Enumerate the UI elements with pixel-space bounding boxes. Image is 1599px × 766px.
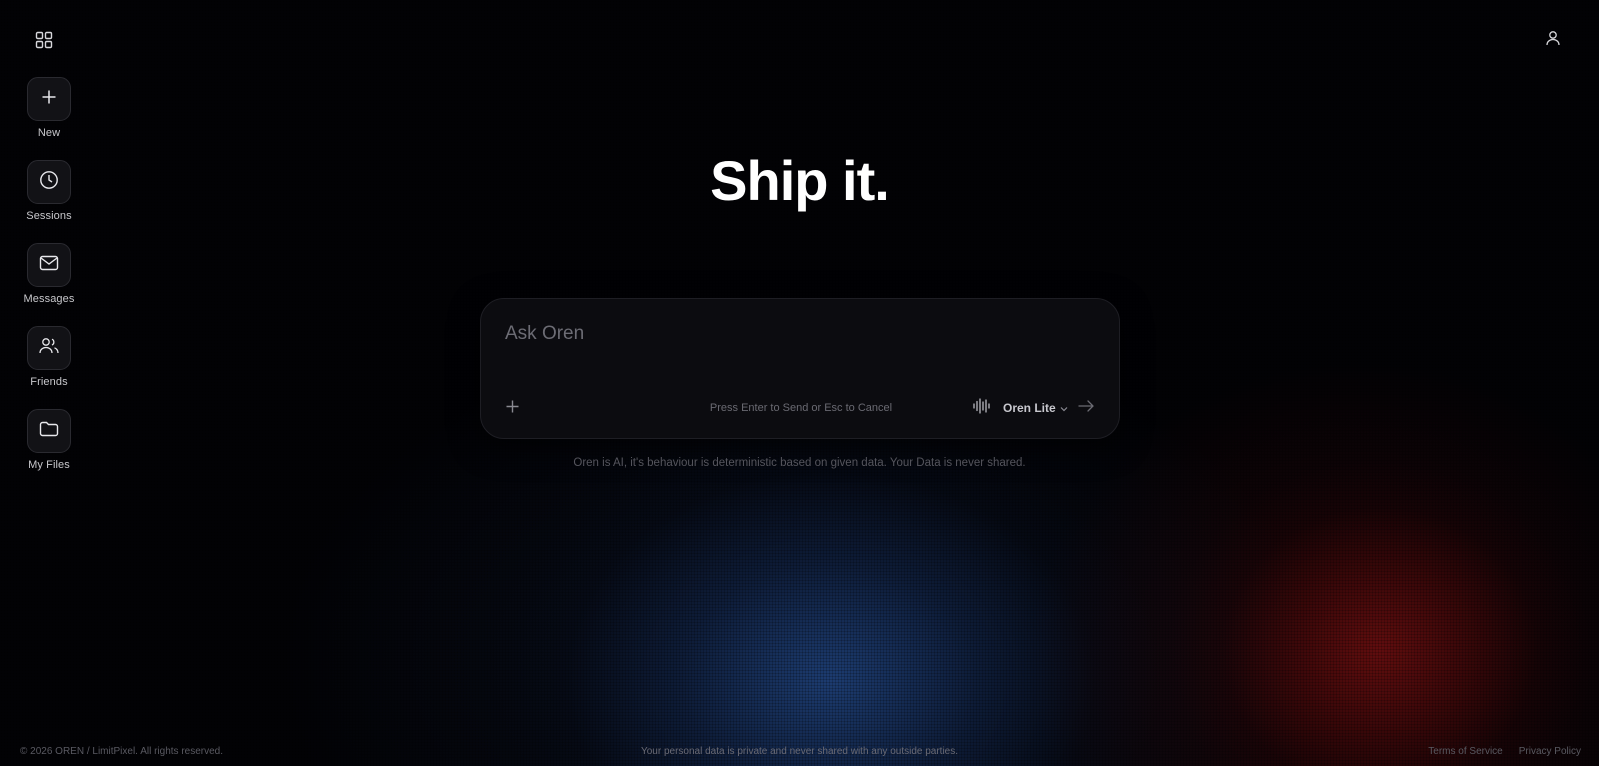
ai-disclaimer: Oren is AI, it's behaviour is determinis…: [573, 457, 1026, 469]
voice-input-button[interactable]: [971, 397, 993, 419]
plus-icon: [41, 89, 57, 110]
privacy-policy-link[interactable]: Privacy Policy: [1519, 746, 1581, 757]
sidebar-item-friends[interactable]: Friends: [27, 326, 71, 409]
footer-links: Terms of Service Privacy Policy: [1428, 746, 1581, 757]
sidebar-item-my-files[interactable]: My Files: [27, 409, 71, 492]
hero-title: Ship it.: [710, 149, 890, 212]
arrow-right-icon: [1078, 399, 1094, 417]
messages-tile[interactable]: [27, 243, 71, 287]
model-selector[interactable]: Oren Lite: [1003, 400, 1068, 416]
prompt-input[interactable]: [505, 323, 1085, 345]
privacy-note: Your personal data is private and never …: [640, 746, 959, 757]
waveform-icon: [972, 397, 992, 419]
my-files-tile[interactable]: [27, 409, 71, 453]
sidebar: New Sessions Messages Friends My Files: [0, 77, 98, 492]
terms-link[interactable]: Terms of Service: [1428, 746, 1502, 757]
folder-icon: [39, 421, 59, 442]
app-root: New Sessions Messages Friends My Files S…: [0, 0, 1599, 766]
send-button[interactable]: [1076, 399, 1096, 417]
apps-grid-button[interactable]: [33, 31, 55, 53]
user-icon: [1545, 30, 1561, 51]
profile-button[interactable]: [1542, 29, 1564, 51]
new-tile[interactable]: [27, 77, 71, 121]
prompt-box: Press Enter to Send or Esc to Cancel Ore…: [480, 298, 1120, 439]
sidebar-item-label: Friends: [30, 376, 68, 388]
chevron-down-icon: [1060, 401, 1068, 415]
sidebar-item-label: Messages: [23, 293, 75, 305]
mail-icon: [39, 255, 59, 276]
sidebar-item-label: New: [37, 127, 61, 139]
users-icon: [39, 337, 59, 360]
model-label: Oren Lite: [1003, 401, 1056, 415]
friends-tile[interactable]: [27, 326, 71, 370]
grid-icon: [35, 31, 53, 54]
sidebar-item-messages[interactable]: Messages: [24, 243, 75, 326]
